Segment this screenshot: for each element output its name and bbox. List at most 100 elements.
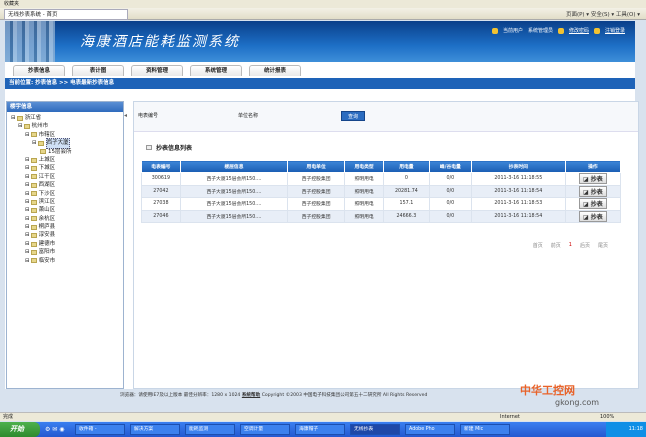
tree-item[interactable]: ⊟ 建德市 xyxy=(11,240,123,248)
taskbar-item[interactable]: 解决方案 xyxy=(130,424,180,435)
expander-icon[interactable]: ⊟ xyxy=(25,190,30,198)
folder-icon xyxy=(31,208,37,213)
expander-icon[interactable]: ⊟ xyxy=(25,223,30,231)
last-page[interactable]: 尾页 xyxy=(598,242,608,249)
browser-tab[interactable]: 无线抄表系统 - 首页 xyxy=(4,9,128,20)
taskbar-item[interactable]: 能耗监测 xyxy=(185,424,235,435)
folder-icon xyxy=(31,191,37,196)
tree-item[interactable]: ⊟余杭区 xyxy=(11,215,123,223)
table-cell: ◪ 抄表 xyxy=(565,185,620,198)
read-meter-button[interactable]: ◪ 抄表 xyxy=(579,211,607,222)
nav-tab[interactable]: 统计报表 xyxy=(249,65,301,76)
query-button[interactable]: 查询 xyxy=(341,111,365,121)
prev-page[interactable]: 前页 xyxy=(551,242,561,249)
folder-icon xyxy=(31,216,37,221)
folder-icon xyxy=(31,258,37,263)
table-cell: 照明用电 xyxy=(345,198,384,211)
meter-no-input[interactable] xyxy=(164,110,224,120)
tree-item[interactable]: ⊟ 西湖区 xyxy=(11,181,123,189)
column-header: 峰/谷电量 xyxy=(429,161,471,173)
tree-item[interactable]: ⊟淳安县 xyxy=(11,231,123,239)
tree-item[interactable]: ⊟西子大厦 xyxy=(11,139,123,147)
taskbar-item[interactable]: 新建 Mic xyxy=(460,424,510,435)
building-tree-panel: 楼宇信息 ⊟浙江省⊟杭州市⊟市辖区⊟西子大厦15层会所⊟上城区⊟下城区⊟江干区⊟… xyxy=(6,101,124,389)
nav-tab[interactable]: 表计图 xyxy=(72,65,124,76)
nav-tab[interactable]: 资料管理 xyxy=(131,65,183,76)
expander-icon[interactable]: ⊟ xyxy=(25,248,30,256)
read-meter-button[interactable]: ◪ 抄表 xyxy=(579,173,607,184)
footer: 浏览器：请使用IE7及以上版本 最佳分辨率：1280 x 1024 系统帮助 C… xyxy=(120,392,427,398)
tree-item-label: 下城区 xyxy=(39,164,56,172)
first-page[interactable]: 首页 xyxy=(533,242,543,249)
taskbar-item[interactable]: Adobe Pho xyxy=(405,424,455,435)
tree-item-label: 西湖区 xyxy=(39,181,56,189)
expander-icon[interactable]: ⊟ xyxy=(25,156,30,164)
taskbar-item[interactable]: 海康帽子 xyxy=(295,424,345,435)
taskbar-item[interactable]: 收件箱 - xyxy=(75,424,125,435)
tree-item-label: 滨江区 xyxy=(39,198,56,206)
expander-icon[interactable]: ⊟ xyxy=(25,131,30,139)
folder-icon xyxy=(31,200,37,205)
start-button[interactable]: 开始 xyxy=(0,422,40,437)
tree-item[interactable]: ⊟上城区 xyxy=(11,156,123,164)
tree-item[interactable]: ⊟富阳市 xyxy=(11,248,123,256)
read-meter-button[interactable]: ◪ 抄表 xyxy=(579,186,607,197)
expander-icon[interactable]: ⊟ xyxy=(25,206,30,214)
taskbar-item[interactable]: 无线抄表 xyxy=(350,424,400,435)
expander-icon[interactable]: ⊟ xyxy=(11,114,16,122)
expander-icon[interactable]: ⊟ xyxy=(25,164,30,172)
expander-icon[interactable]: ⊟ xyxy=(18,122,23,130)
quick-launch-icons[interactable]: ⚙ ✉ ◉ xyxy=(45,426,70,433)
main-nav: 抄表信息表计图资料管理系统管理统计报表 xyxy=(5,62,635,78)
read-meter-button[interactable]: ◪ 抄表 xyxy=(579,198,607,209)
expander-icon[interactable]: ⊟ xyxy=(25,181,30,189)
tree-item-label: 建德市 xyxy=(39,240,56,248)
tree-item[interactable]: ⊟江干区 xyxy=(11,173,123,181)
expander-icon[interactable]: ⊟ xyxy=(25,240,30,248)
table-cell: 西子控股集团 xyxy=(288,210,345,223)
tree-item[interactable]: ⊟下沙区 xyxy=(11,190,123,198)
table-cell: 照明用电 xyxy=(345,210,384,223)
panel-collapse-handle[interactable]: ◂ xyxy=(124,112,127,119)
folder-icon xyxy=(31,132,37,137)
unit-name-input[interactable] xyxy=(264,110,324,120)
security-zone: Internet xyxy=(500,413,520,422)
taskbar-item[interactable]: 空调计量 xyxy=(240,424,290,435)
tree-item[interactable]: ⊟桐庐县 xyxy=(11,223,123,231)
expander-icon[interactable]: ⊟ xyxy=(25,215,30,223)
ie-toolbar[interactable]: 页面(P) ▾ 安全(S) ▾ 工具(O) ▾ xyxy=(566,10,640,18)
tree-item[interactable]: ⊟萧山区 xyxy=(11,206,123,214)
help-link[interactable]: 系统帮助 xyxy=(242,393,260,398)
tree-panel-title: 楼宇信息 xyxy=(7,102,123,112)
expander-icon[interactable]: ⊟ xyxy=(25,231,30,239)
tree-item[interactable]: ⊟浙江省 xyxy=(11,114,123,122)
tree-item[interactable]: ⊟ 杭州市 xyxy=(11,122,123,130)
expander-icon[interactable]: ⊟ xyxy=(25,257,30,265)
tree-item[interactable]: 15层会所 xyxy=(11,148,123,156)
tree-item[interactable]: ⊟ 下城区 xyxy=(11,164,123,172)
expander-icon[interactable]: ⊟ xyxy=(32,139,37,147)
table-row: 27046西子大厦15层会所150....西子控股集团照明用电24666.30/… xyxy=(142,210,621,223)
button-label: 抄表 xyxy=(591,189,603,196)
zoom-level[interactable]: 100% xyxy=(600,413,614,422)
table-row: 27042西子大厦15层会所150....西子控股集团照明用电20281.740… xyxy=(142,185,621,198)
watermark-brand: 中华工控网 xyxy=(520,382,575,398)
nav-tab[interactable]: 系统管理 xyxy=(190,65,242,76)
logout-icon xyxy=(594,28,600,34)
favorites-bar[interactable]: 收藏夹 xyxy=(0,0,646,8)
next-page[interactable]: 后页 xyxy=(580,242,590,249)
folder-icon xyxy=(31,225,37,230)
chart-icon: ◪ xyxy=(583,214,591,221)
tree-item-label: 杭州市 xyxy=(32,122,49,130)
change-password-link[interactable]: 修改密码 xyxy=(569,27,589,34)
expander-icon[interactable]: ⊟ xyxy=(25,173,30,181)
table-cell: 西子大厦15层会所150.... xyxy=(180,185,287,198)
logout-link[interactable]: 注销登录 xyxy=(605,27,625,34)
nav-tab[interactable]: 抄表信息 xyxy=(13,65,65,76)
system-tray-clock[interactable]: 11:18 xyxy=(606,422,646,437)
expander-icon[interactable]: ⊟ xyxy=(25,198,30,206)
tree-item[interactable]: ⊟ 滨江区 xyxy=(11,198,123,206)
browser-tab-bar: 无线抄表系统 - 首页 页面(P) ▾ 安全(S) ▾ 工具(O) ▾ xyxy=(0,8,646,20)
tree-item[interactable]: ⊟临安市 xyxy=(11,257,123,265)
footer-browser-info: 浏览器：请使用IE7及以上版本 最佳分辨率：1280 x 1024 xyxy=(120,393,240,398)
